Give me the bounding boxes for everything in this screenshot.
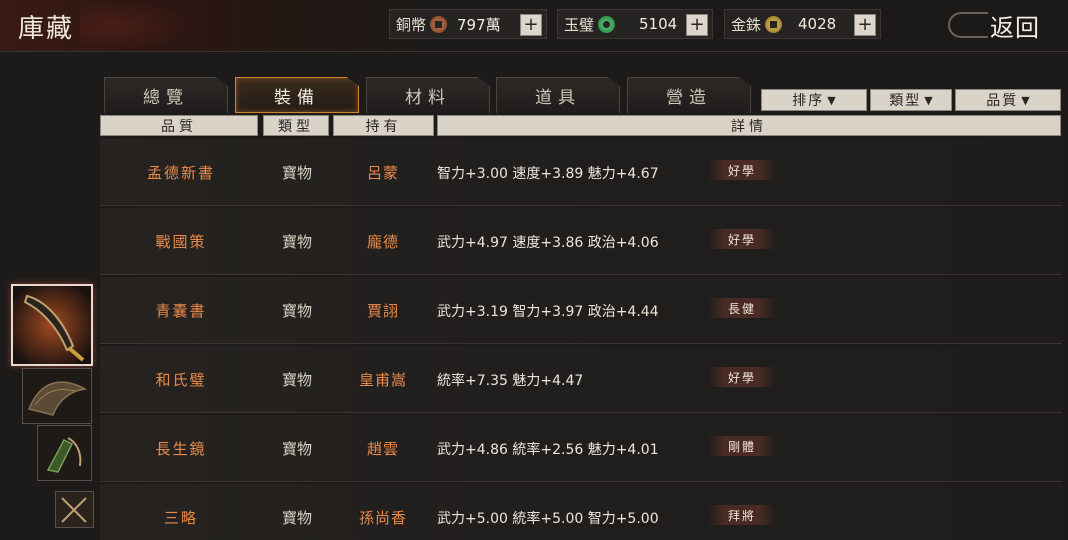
currency-value: 797萬	[457, 15, 501, 34]
skill-tag: 拜將	[708, 505, 776, 525]
item-type: 寶物	[281, 233, 312, 251]
item-type: 寶物	[281, 509, 312, 527]
currency-jade: 玉璧 5104 +	[557, 9, 713, 39]
chevron-down-icon: ▼	[827, 93, 836, 107]
currency-name: 銅幣	[396, 15, 427, 34]
item-stats: 武力+3.19 智力+3.97 政治+4.44	[437, 303, 659, 320]
item-owner: 呂蒙	[366, 164, 399, 182]
tab-overview[interactable]: 總覽	[104, 77, 228, 113]
column-header-detail: 詳情	[437, 115, 1061, 136]
item-name: 三略	[163, 509, 198, 527]
blade-weapon-icon	[13, 286, 91, 364]
tab-items[interactable]: 道具	[496, 77, 620, 113]
jade-disc-icon	[598, 15, 616, 33]
skill-tag: 剛體	[708, 436, 776, 456]
table-row[interactable]: 和氏璧 寶物 皇甫嵩 統率+7.35 魅力+4.47 好學	[100, 346, 1062, 413]
item-type: 寶物	[281, 440, 312, 458]
title-decoration	[80, 0, 200, 52]
item-stats: 武力+4.97 速度+3.86 政治+4.06	[437, 234, 659, 251]
column-header-label: 類型	[278, 118, 314, 135]
item-owner: 賈詡	[366, 302, 399, 320]
crossed-swords-icon	[56, 492, 93, 527]
column-header-owner[interactable]: 持有	[333, 115, 434, 136]
category-misc[interactable]	[55, 491, 94, 528]
column-header-label: 詳情	[731, 118, 767, 135]
skill-tag: 好學	[708, 367, 776, 387]
item-owner: 龐德	[366, 233, 399, 251]
item-stats: 智力+3.00 速度+3.89 魅力+4.67	[437, 165, 659, 182]
horse-mount-icon	[38, 426, 91, 480]
back-button[interactable]: 返回	[948, 8, 1048, 42]
item-name: 和氏璧	[155, 371, 207, 389]
back-arrow-icon	[948, 12, 988, 38]
currency-value: 5104	[639, 15, 678, 33]
currency-value: 4028	[798, 15, 837, 33]
item-stats: 武力+5.00 統率+5.00 智力+5.00	[437, 510, 659, 527]
item-name: 孟德新書	[146, 164, 215, 182]
add-gold-button[interactable]: +	[854, 14, 876, 36]
currency-gold: 金銖 4028 +	[724, 9, 881, 39]
add-copper-button[interactable]: +	[520, 14, 542, 36]
item-type: 寶物	[281, 371, 312, 389]
copper-coin-icon	[430, 15, 448, 33]
skill-tag: 好學	[708, 160, 776, 180]
column-header-type[interactable]: 類型	[263, 115, 329, 136]
column-header-label: 持有	[365, 118, 402, 135]
quality-dropdown[interactable]: 品質 ▼	[955, 89, 1061, 111]
dragon-armor-icon	[23, 369, 91, 423]
item-stats: 武力+4.86 統率+2.56 魅力+4.01	[437, 441, 659, 458]
category-mount[interactable]	[37, 425, 92, 481]
skill-tag: 好學	[708, 229, 776, 249]
currency-name: 玉璧	[564, 15, 595, 34]
category-armor[interactable]	[22, 368, 92, 424]
item-name: 青囊書	[155, 302, 207, 320]
column-header-quality[interactable]: 品質	[100, 115, 258, 136]
type-dropdown[interactable]: 類型 ▼	[870, 89, 952, 111]
sort-label: 排序	[792, 93, 825, 109]
sort-dropdown[interactable]: 排序 ▼	[761, 89, 867, 111]
item-name: 戰國策	[155, 233, 207, 251]
item-owner: 趙雲	[366, 440, 399, 458]
tab-label: 裝備	[274, 87, 320, 108]
tab-label: 材料	[405, 88, 451, 108]
tab-materials[interactable]: 材料	[366, 77, 490, 113]
chevron-down-icon: ▼	[924, 93, 933, 107]
tab-label: 總覽	[143, 88, 189, 108]
table-row[interactable]: 青囊書 寶物 賈詡 武力+3.19 智力+3.97 政治+4.44 長健	[100, 277, 1062, 344]
table-row[interactable]: 戰國策 寶物 龐德 武力+4.97 速度+3.86 政治+4.06 好學	[100, 208, 1062, 275]
gold-coin-icon	[765, 15, 783, 33]
tab-equipment[interactable]: 裝備	[235, 77, 359, 113]
item-name: 長生鏡	[155, 440, 207, 458]
tab-label: 營造	[666, 88, 712, 108]
tab-construction[interactable]: 營造	[627, 77, 751, 113]
item-type: 寶物	[281, 302, 312, 320]
item-type: 寶物	[281, 164, 312, 182]
table-row[interactable]: 孟德新書 寶物 呂蒙 智力+3.00 速度+3.89 魅力+4.67 好學	[100, 139, 1062, 206]
table-row[interactable]: 長生鏡 寶物 趙雲 武力+4.86 統率+2.56 魅力+4.01 剛體	[100, 415, 1062, 482]
currency-name: 金銖	[731, 15, 762, 34]
currency-copper: 銅幣 797萬 +	[389, 9, 547, 39]
column-header-label: 品質	[161, 118, 197, 135]
quality-label: 品質	[986, 93, 1019, 109]
item-owner: 皇甫嵩	[358, 371, 407, 389]
table-row[interactable]: 三略 寶物 孫尚香 武力+5.00 統率+5.00 智力+5.00 拜將	[100, 484, 1062, 540]
page-title: 庫藏	[18, 14, 75, 44]
add-jade-button[interactable]: +	[686, 14, 708, 36]
item-owner: 孫尚香	[358, 509, 407, 527]
tab-label: 道具	[535, 88, 581, 108]
type-label: 類型	[889, 93, 922, 109]
skill-tag: 長健	[708, 298, 776, 318]
item-stats: 統率+7.35 魅力+4.47	[437, 372, 584, 389]
back-label: 返回	[990, 13, 1040, 42]
top-bar: 庫藏 銅幣 797萬 + 玉璧 5104 + 金銖 4028 + 返回	[0, 0, 1068, 52]
chevron-down-icon: ▼	[1021, 93, 1030, 107]
category-weapon[interactable]	[11, 284, 93, 366]
